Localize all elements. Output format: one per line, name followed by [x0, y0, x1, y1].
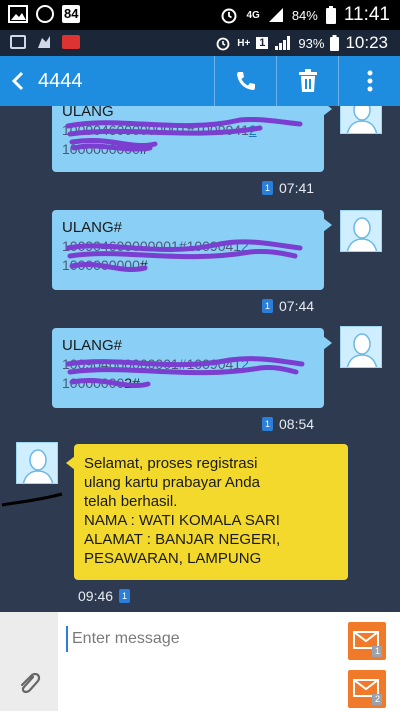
- person-icon: [346, 217, 378, 251]
- conversation-app-bar: 4444: [0, 56, 400, 106]
- image-icon: [8, 5, 28, 23]
- sim-badge: 1: [119, 589, 131, 603]
- signal-icon: [268, 8, 283, 22]
- back-arrow-icon: [11, 71, 24, 91]
- message-text-line: NAMA : WATI KOMALA SARI: [84, 512, 280, 529]
- message-meta: 09:46 1: [78, 588, 131, 604]
- screen: 84 4G 84% 11:41 H+ 1 93% 10:23 4444 ULAN…: [0, 0, 400, 711]
- network-type: 4G: [246, 9, 260, 21]
- do-not-disturb-icon: [36, 5, 54, 23]
- message-meta: 1 07:41: [262, 180, 314, 196]
- sent-message-bubble[interactable]: ULANG# 100904600000001#10090412 10000000…: [52, 328, 332, 408]
- message-time: 08:54: [279, 416, 315, 432]
- app-notification-icon: [62, 35, 80, 49]
- avatar: [340, 326, 382, 368]
- redaction-scribble: [65, 117, 303, 152]
- redaction-scribble: [65, 356, 305, 389]
- message-input[interactable]: [66, 626, 336, 652]
- phone-icon: [236, 72, 255, 90]
- received-message-bubble[interactable]: Selamat, proses registrasi ulang kartu p…: [66, 444, 348, 580]
- message-meta: 1 07:44: [262, 298, 314, 314]
- back-button[interactable]: [0, 56, 36, 106]
- more-options-button[interactable]: [338, 56, 400, 106]
- envelope-send-icon: [353, 679, 382, 705]
- send-sim-label: 2: [375, 694, 381, 704]
- message-text-line: telah berhasil.: [84, 493, 178, 510]
- message-text-line: PESAWARAN, LAMPUNG: [84, 550, 262, 567]
- paperclip-icon: [20, 672, 41, 694]
- hand-icon: [38, 36, 50, 48]
- envelope-send-icon: [353, 631, 382, 657]
- trash-icon: [298, 69, 317, 92]
- alarm-icon: [221, 8, 237, 24]
- message-text-line: Selamat, proses registrasi: [84, 455, 258, 472]
- battery-percent: 84%: [291, 7, 318, 23]
- attach-button[interactable]: [0, 612, 58, 711]
- person-icon: [346, 333, 378, 367]
- message-meta: 1 08:54: [262, 416, 314, 432]
- sim-indicator: 1: [256, 37, 269, 49]
- sent-message-bubble[interactable]: ULANG 1009046000000001#10090412 10000000…: [52, 106, 332, 172]
- device-clock: 11:41: [343, 4, 390, 25]
- alarm-icon: [216, 37, 230, 51]
- sent-message-bubble[interactable]: ULANG# 100904600000001#10090412 10000000…: [52, 210, 332, 290]
- send-sim-label: 1: [375, 646, 381, 656]
- message-time: 07:41: [279, 180, 315, 196]
- message-text-line: ulang kartu prabayar Anda: [84, 474, 260, 491]
- send-sim1-button[interactable]: 1: [348, 622, 386, 660]
- redaction-scribble: [65, 239, 303, 272]
- sim-badge: 1: [262, 181, 273, 195]
- message-list[interactable]: ULANG 1009046000000001#10090412 10000000…: [0, 106, 400, 612]
- person-icon: [346, 106, 378, 133]
- message-time: 09:46: [78, 588, 114, 604]
- conversation-title: 4444: [38, 69, 83, 92]
- message-time: 07:44: [279, 298, 315, 314]
- delete-button[interactable]: [276, 56, 338, 106]
- battery-icon: [325, 6, 336, 24]
- app-clock: 10:23: [345, 33, 388, 52]
- signal-bars-icon: [275, 36, 291, 50]
- device-status-bar: 84 4G 84% 11:41: [0, 0, 400, 30]
- notification-count-badge: 84: [62, 5, 81, 23]
- person-icon: [22, 449, 54, 483]
- more-vert-icon: [367, 70, 372, 92]
- avatar: [340, 106, 382, 134]
- sim-badge: 1: [262, 417, 273, 431]
- gallery-icon: [10, 35, 26, 49]
- sender-avatar[interactable]: [16, 442, 58, 484]
- battery-percent: 93%: [298, 35, 325, 51]
- avatar: [340, 210, 382, 252]
- sim-badge: 1: [262, 299, 273, 313]
- battery-icon: [330, 35, 340, 51]
- pen-mark: [1, 492, 63, 507]
- app-status-bar: H+ 1 93% 10:23: [0, 30, 400, 56]
- network-type-hplus: H+: [237, 37, 251, 49]
- send-sim2-button[interactable]: 2: [348, 670, 386, 708]
- message-composer: 1 2: [0, 612, 400, 711]
- message-text-line: ALAMAT : BANJAR NEGERI,: [84, 531, 281, 548]
- call-button[interactable]: [214, 56, 276, 106]
